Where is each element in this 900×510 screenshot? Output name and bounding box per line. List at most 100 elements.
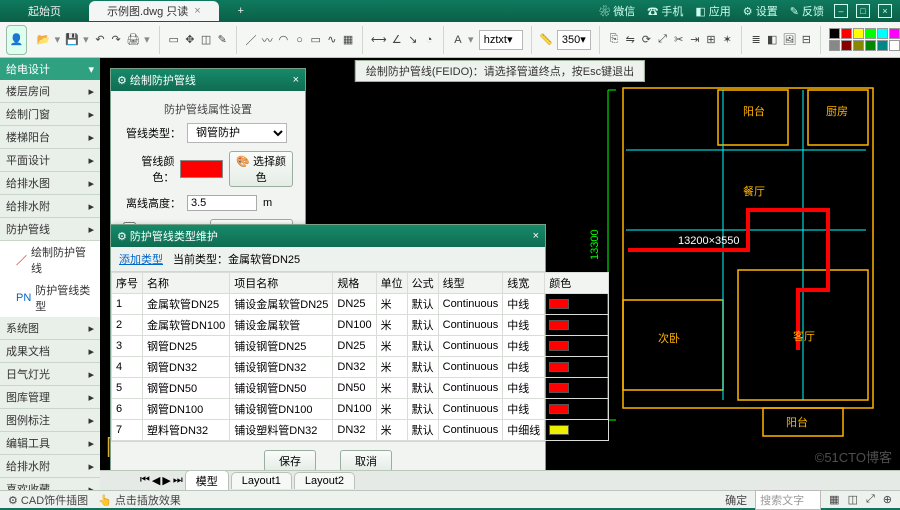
phone-link[interactable]: ☎ 手机	[645, 3, 685, 19]
sidebar-subitem[interactable]: PN 防护管线类型	[0, 279, 100, 317]
tab-layout1[interactable]: Layout1	[231, 472, 292, 489]
font-combo[interactable]: hztxt ▾	[479, 30, 523, 50]
pipe-type-select[interactable]: 钢管防护	[187, 123, 287, 143]
erase-icon[interactable]: ◫	[200, 31, 212, 49]
table-icon[interactable]: ⊟	[800, 31, 812, 49]
nav-next-icon[interactable]: ▶	[162, 474, 170, 487]
redo-icon[interactable]: ↷	[110, 31, 122, 49]
move-icon[interactable]: ✥	[184, 31, 196, 49]
sidebar-item[interactable]: 给排水附▸	[0, 455, 100, 478]
sidebar-item[interactable]: 系统图▸	[0, 317, 100, 340]
image-icon[interactable]: 🖼	[782, 31, 796, 49]
sidebar-subitem[interactable]: ／ 绘制防护管线	[0, 241, 100, 279]
dialog-title[interactable]: ⚙ 防护管线类型维护×	[111, 225, 545, 247]
leader-icon[interactable]: ↘	[407, 31, 419, 49]
sidebar-header[interactable]: 给电设计▾	[0, 58, 100, 80]
tool-icon[interactable]: ▦	[829, 493, 839, 506]
tab-start[interactable]: 起始页	[10, 1, 79, 21]
group-label: 防护管线属性设置	[123, 101, 293, 117]
tab-add[interactable]: +	[229, 1, 253, 21]
extend-icon[interactable]: ⇥	[689, 31, 701, 49]
spline-icon[interactable]: ∿	[326, 31, 338, 49]
table-row[interactable]: 3钢管DN25铺设钢管DN25DN25米默认Continuous中线 Red	[112, 336, 609, 357]
table-row[interactable]: 6钢管DN100铺设钢管DN100DN100米默认Continuous中线 Re…	[112, 399, 609, 420]
type-table[interactable]: 序号名称项目名称规格单位公式线型线宽颜色1金属软管DN25铺设金属软管DN25D…	[111, 272, 545, 441]
cancel-button[interactable]: 取消	[340, 450, 392, 472]
table-row[interactable]: 2金属软管DN100铺设金属软管DN100米默认Continuous中线 Red	[112, 315, 609, 336]
save-icon[interactable]: 💾	[65, 31, 79, 49]
save-button[interactable]: 保存	[264, 450, 316, 472]
add-type-link[interactable]: 添加类型	[119, 251, 163, 267]
copy-icon[interactable]: ⎘	[608, 31, 620, 49]
sidebar-item[interactable]: 防护管线▸	[0, 218, 100, 241]
size-combo[interactable]: 350 ▾	[557, 30, 591, 50]
color-swatches[interactable]	[829, 28, 900, 51]
rotate-icon[interactable]: ⟳	[640, 31, 652, 49]
layer-icon[interactable]: ≣	[750, 31, 762, 49]
tool-icon[interactable]: ⊕	[883, 493, 892, 506]
sidebar-item[interactable]: 编辑工具▸	[0, 432, 100, 455]
ruler-icon[interactable]: 📏	[539, 31, 553, 49]
table-row[interactable]: 5钢管DN50铺设钢管DN50DN50米默认Continuous中线 Red	[112, 378, 609, 399]
array-icon[interactable]: ⊞	[705, 31, 717, 49]
svg-text:餐厅: 餐厅	[743, 184, 765, 198]
mirror-icon[interactable]: ⇋	[624, 31, 636, 49]
hatch-icon[interactable]: ▦	[342, 31, 354, 49]
tool-icon[interactable]: ⤢	[866, 493, 875, 506]
select-icon[interactable]: ▭	[168, 31, 180, 49]
nav-first-icon[interactable]: ⏮	[140, 474, 150, 487]
tab-model[interactable]: 模型	[185, 470, 229, 491]
minimize-button[interactable]: –	[834, 4, 848, 18]
sidebar-item[interactable]: 成果文档▸	[0, 340, 100, 363]
wechat-link[interactable]: ❀ 微信	[597, 3, 637, 19]
text-icon[interactable]: A	[452, 31, 464, 49]
tool-icon[interactable]: ◫	[848, 493, 858, 506]
close-icon[interactable]: ×	[293, 74, 299, 86]
sidebar-item[interactable]: 平面设计▸	[0, 149, 100, 172]
line-icon[interactable]: ／	[245, 31, 257, 49]
arc-icon[interactable]: ◠	[277, 31, 289, 49]
sidebar-item[interactable]: 图库管理▸	[0, 386, 100, 409]
nav-last-icon[interactable]: ⏭	[173, 474, 183, 487]
feedback-link[interactable]: ✎ 反馈	[788, 3, 826, 19]
dim-icon[interactable]: ⟷	[371, 31, 387, 49]
tab-layout2[interactable]: Layout2	[294, 472, 355, 489]
explode-icon[interactable]: ✶	[721, 31, 733, 49]
nav-prev-icon[interactable]: ◀	[152, 474, 160, 487]
close-icon[interactable]: ×	[533, 230, 539, 242]
avatar[interactable]: 👤	[6, 25, 27, 55]
maximize-button[interactable]: □	[856, 4, 870, 18]
sidebar-item[interactable]: 日气灯光▸	[0, 363, 100, 386]
table-row[interactable]: 7塑料管DN32铺设塑料管DN32DN32米默认Continuous中细线 Ye…	[112, 420, 609, 441]
sidebar-item[interactable]: 给排水附▸	[0, 195, 100, 218]
undo-icon[interactable]: ↶	[94, 31, 106, 49]
scale-icon[interactable]: ⤢	[656, 31, 668, 49]
trim-icon[interactable]: ✂	[673, 31, 685, 49]
settings-link[interactable]: ⚙ 设置	[741, 3, 780, 19]
radius-icon[interactable]: ◔	[423, 31, 435, 49]
pick-color-button[interactable]: 🎨 选择颜色	[229, 151, 293, 187]
sidebar-item[interactable]: 绘制门窗▸	[0, 103, 100, 126]
height-input[interactable]	[187, 195, 257, 211]
close-button[interactable]: ×	[878, 4, 892, 18]
search-input[interactable]: 搜索文字	[755, 490, 821, 510]
print-icon[interactable]: 🖨	[126, 31, 140, 49]
table-row[interactable]: 4钢管DN32铺设钢管DN32DN32米默认Continuous中线 Red	[112, 357, 609, 378]
dialog-title[interactable]: ⚙ 绘制防护管线×	[111, 69, 305, 91]
sidebar-item[interactable]: 给排水图▸	[0, 172, 100, 195]
circle-icon[interactable]: ○	[293, 31, 305, 49]
rect-icon[interactable]: ▭	[310, 31, 322, 49]
open-icon[interactable]: 📂	[37, 31, 51, 49]
sidebar-item[interactable]: 楼层房间▸	[0, 80, 100, 103]
svg-text:阳台: 阳台	[743, 104, 765, 118]
apps-link[interactable]: ◧ 应用	[693, 3, 732, 19]
sidebar-item[interactable]: 图例标注▸	[0, 409, 100, 432]
block-icon[interactable]: ◧	[766, 31, 778, 49]
polyline-icon[interactable]: 〰	[261, 31, 273, 49]
angle-icon[interactable]: ∠	[391, 31, 403, 49]
tab-file[interactable]: 示例图.dwg 只读×	[89, 1, 219, 21]
table-row[interactable]: 1金属软管DN25铺设金属软管DN25DN25米默认Continuous中线 R…	[112, 294, 609, 315]
sidebar-item[interactable]: 楼梯阳台▸	[0, 126, 100, 149]
close-icon[interactable]: ×	[194, 5, 200, 17]
edit-icon[interactable]: ✎	[216, 31, 228, 49]
